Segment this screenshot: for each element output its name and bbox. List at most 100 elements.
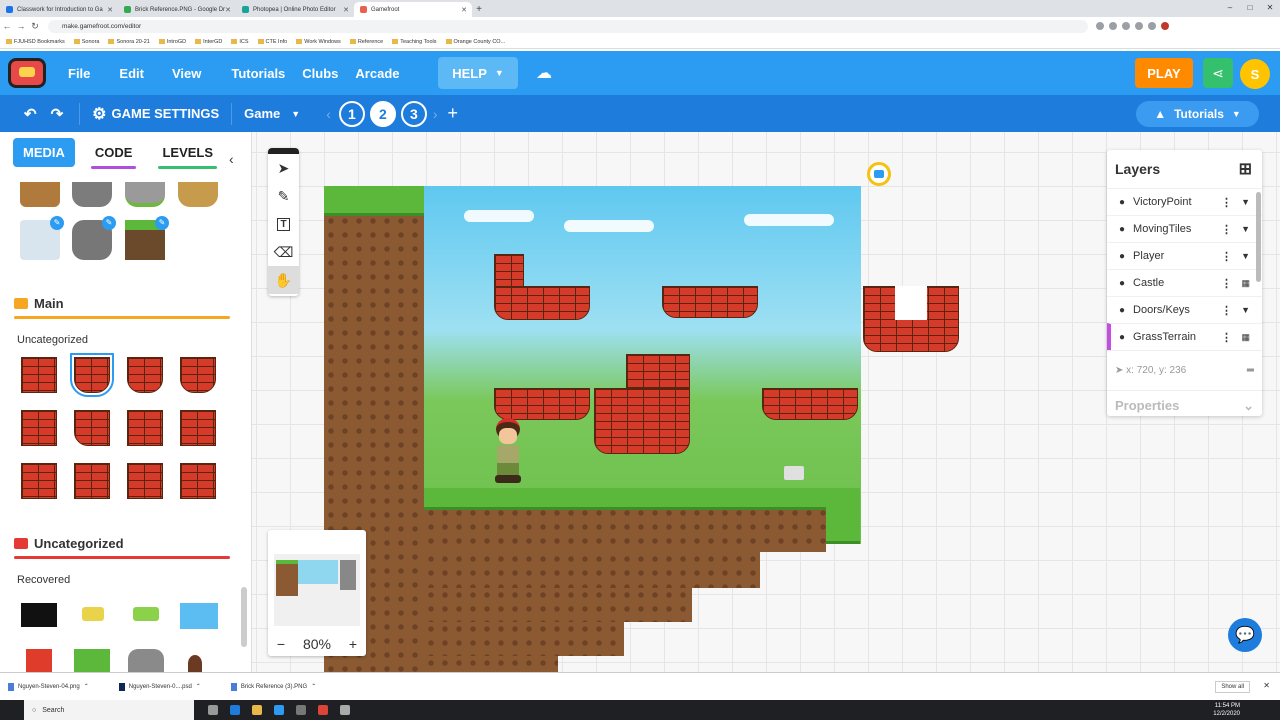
- bookmark-item[interactable]: Sonora: [73, 39, 99, 45]
- level-canvas[interactable]: ➤ ✎ T ⌫ ✋ − 80% + Layers ⊞ ● VictoryPoin…: [252, 132, 1280, 672]
- taskbar-search[interactable]: ○ Search: [24, 700, 194, 720]
- prev-level-icon[interactable]: ‹: [326, 106, 331, 122]
- sprite-thumbnail[interactable]: [82, 607, 104, 621]
- sprite-thumbnail[interactable]: [21, 603, 57, 627]
- more-icon[interactable]: ⋮: [1221, 223, 1232, 236]
- eraser-tool[interactable]: ⌫: [268, 238, 299, 266]
- bookmark-item[interactable]: InterGD: [195, 39, 222, 45]
- victory-point-marker[interactable]: [867, 162, 891, 186]
- maximize-icon[interactable]: □: [1240, 0, 1260, 17]
- level-2-button[interactable]: 2: [369, 100, 396, 127]
- tab-media[interactable]: MEDIA: [13, 137, 75, 167]
- cloud-sync-icon[interactable]: ☁: [536, 63, 552, 83]
- layer-row[interactable]: ● Player ⋮ ▼: [1107, 242, 1262, 269]
- zoom-in-button[interactable]: +: [349, 636, 357, 652]
- more-icon[interactable]: ⋮: [1221, 196, 1232, 209]
- eye-icon[interactable]: ●: [1119, 251, 1125, 262]
- folder-uncategorized[interactable]: Uncategorized: [14, 536, 124, 551]
- add-level-icon[interactable]: +: [448, 103, 459, 124]
- sprite-thumbnail[interactable]: [178, 182, 218, 207]
- gamefroot-logo[interactable]: [8, 58, 46, 88]
- dirt-tile[interactable]: [424, 622, 624, 656]
- properties-section[interactable]: Properties ⌄: [1107, 390, 1262, 420]
- grass-tile[interactable]: [424, 488, 826, 510]
- tutorials-button[interactable]: ▲ Tutorials ▼: [1136, 101, 1259, 127]
- brick-tile[interactable]: [494, 388, 590, 420]
- tilemap-icon[interactable]: ▦: [1241, 278, 1250, 289]
- close-tab-icon[interactable]: ✕: [107, 6, 113, 14]
- chevron-down-icon[interactable]: ▼: [1241, 224, 1250, 234]
- dirt-tile[interactable]: [424, 588, 692, 622]
- extension-icon[interactable]: [1148, 22, 1156, 30]
- zoom-out-button[interactable]: −: [277, 636, 285, 652]
- edge-icon[interactable]: [230, 705, 240, 715]
- comment-marker[interactable]: [784, 466, 804, 480]
- add-layer-icon[interactable]: ⊞: [1239, 159, 1252, 179]
- chevron-down-icon[interactable]: ▼: [1241, 251, 1250, 261]
- minimize-icon[interactable]: –: [1220, 0, 1240, 17]
- back-icon[interactable]: ←: [0, 21, 14, 31]
- hand-tool[interactable]: ✋: [268, 266, 299, 294]
- chevron-up-icon[interactable]: ⌃: [311, 683, 316, 690]
- brush-tool[interactable]: ✎: [268, 182, 299, 210]
- browser-tab-active[interactable]: Gamefroot ✕: [354, 2, 472, 17]
- close-icon[interactable]: ✕: [1263, 681, 1270, 690]
- brick-tile[interactable]: [762, 388, 858, 420]
- sprite-thumbnail[interactable]: [180, 603, 218, 629]
- layer-row[interactable]: ● MovingTiles ⋮ ▼: [1107, 215, 1262, 242]
- tab-code[interactable]: CODE: [85, 138, 143, 169]
- app-icon[interactable]: [340, 705, 350, 715]
- sprite-thumbnail[interactable]: [188, 655, 202, 672]
- eye-icon[interactable]: ●: [1119, 197, 1125, 208]
- game-settings-button[interactable]: ⚙ GAME SETTINGS: [92, 104, 219, 124]
- sprite-thumbnail[interactable]: [74, 649, 110, 672]
- brick-tile[interactable]: [626, 354, 690, 390]
- profile-icon[interactable]: [1161, 22, 1169, 30]
- file-menu[interactable]: File: [68, 66, 90, 81]
- brick-sprite-thumbnail[interactable]: [180, 410, 216, 446]
- bookmark-item[interactable]: Orange County CO...: [445, 39, 505, 45]
- close-tab-icon[interactable]: ✕: [461, 6, 467, 14]
- chevron-up-icon[interactable]: ⌃: [196, 683, 201, 690]
- file-explorer-icon[interactable]: [252, 705, 262, 715]
- browser-tab[interactable]: Photopea | Online Photo Editor ✕: [236, 2, 354, 17]
- eye-icon[interactable]: ●: [1119, 305, 1125, 316]
- dirt-tile[interactable]: [424, 656, 558, 672]
- bookmark-item[interactable]: FJUHSD Bookmarks: [6, 39, 65, 45]
- tutorials-menu[interactable]: Tutorials: [231, 66, 285, 81]
- layer-row[interactable]: ● VictoryPoint ⋮ ▼: [1107, 188, 1262, 215]
- bookmark-item[interactable]: Sonora 20-21: [108, 39, 150, 45]
- level-3-button[interactable]: 3: [400, 100, 427, 127]
- eye-icon[interactable]: ●: [1119, 332, 1125, 343]
- clubs-menu[interactable]: Clubs: [302, 66, 338, 81]
- more-icon[interactable]: ⋮: [1221, 250, 1232, 263]
- browser-tab[interactable]: Classwork for Introduction to Ga ✕: [0, 2, 118, 17]
- extension-icon[interactable]: [1135, 22, 1143, 30]
- store-icon[interactable]: [274, 705, 284, 715]
- brick-tile[interactable]: [494, 254, 524, 288]
- brick-sprite-thumbnail[interactable]: [21, 357, 57, 393]
- tab-levels[interactable]: LEVELS: [152, 138, 223, 169]
- collapse-panel-icon[interactable]: ‹: [229, 151, 234, 167]
- brick-sprite-thumbnail[interactable]: [127, 463, 163, 499]
- close-window-icon[interactable]: ✕: [1260, 0, 1280, 17]
- text-tool[interactable]: T: [268, 210, 299, 238]
- view-menu[interactable]: View: [172, 66, 201, 81]
- brick-sprite-thumbnail[interactable]: [21, 463, 57, 499]
- bookmark-item[interactable]: ICS: [231, 39, 249, 45]
- undo-icon[interactable]: ↶: [24, 105, 37, 123]
- folder-main[interactable]: Main: [14, 296, 64, 311]
- bookmark-item[interactable]: Reference: [349, 39, 383, 45]
- clock[interactable]: 11:54 PM 12/2/2020: [1213, 702, 1240, 718]
- chrome-icon[interactable]: [318, 705, 328, 715]
- download-item[interactable]: Nguyen-Steven-0....psd ⌃: [118, 682, 201, 691]
- chevron-down-icon[interactable]: ▼: [1241, 305, 1250, 315]
- chat-button[interactable]: 💬: [1228, 618, 1262, 652]
- download-item[interactable]: Brick Reference (3).PNG ⌃: [230, 682, 316, 691]
- close-tab-icon[interactable]: ✕: [225, 6, 231, 14]
- brick-sprite-thumbnail[interactable]: [74, 463, 110, 499]
- browser-tab[interactable]: Brick Reference.PNG - Google Dr ✕: [118, 2, 236, 17]
- close-tab-icon[interactable]: ✕: [343, 6, 349, 14]
- layer-row[interactable]: ● Castle ⋮ ▦: [1107, 269, 1262, 296]
- chevron-down-icon[interactable]: ▼: [1241, 197, 1250, 207]
